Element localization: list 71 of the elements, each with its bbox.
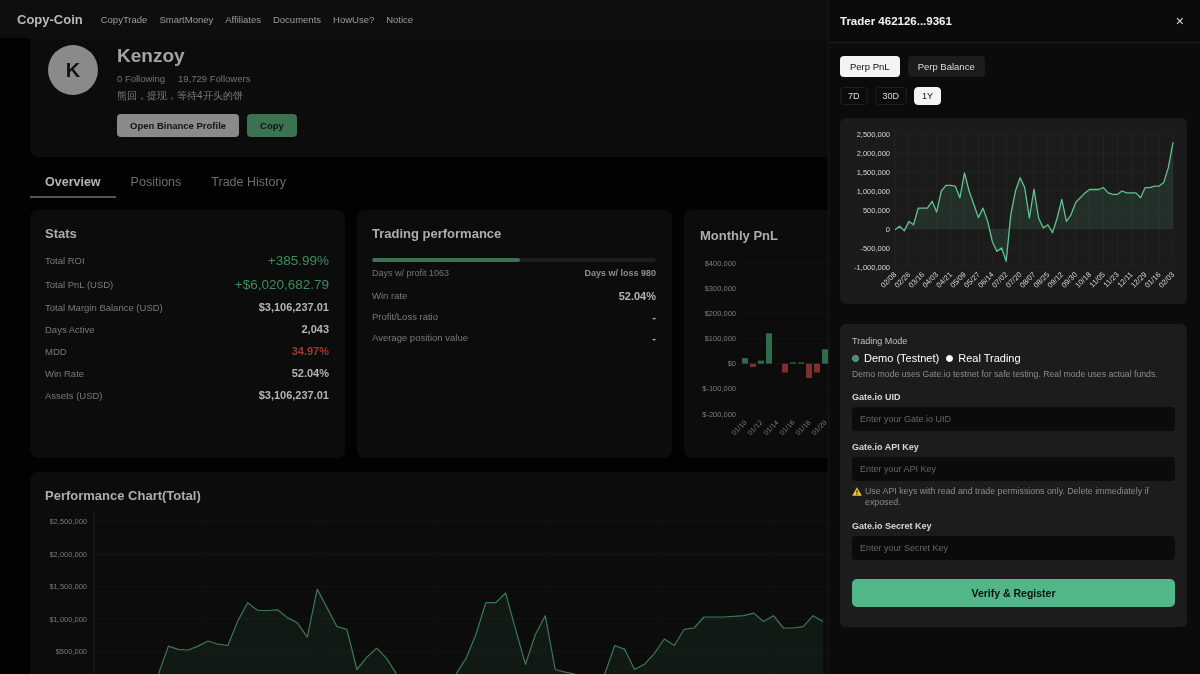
- stat-value: 52.04%: [291, 367, 329, 379]
- metric-value: -: [652, 310, 656, 323]
- period-tab[interactable]: 30D: [874, 87, 908, 105]
- radio-option[interactable]: Demo (Testnet): [852, 352, 940, 364]
- nav-link[interactable]: Documents: [272, 13, 322, 25]
- chart-bar: [766, 333, 772, 364]
- period-tab[interactable]: 1Y: [914, 87, 942, 105]
- card-title: Monthly PnL: [700, 228, 779, 244]
- avatar: K: [48, 45, 98, 95]
- tab[interactable]: Perp PnL: [840, 56, 900, 77]
- logo[interactable]: Copy-Coin: [17, 11, 83, 27]
- stat-label: Days Active: [45, 323, 95, 335]
- field-label: Gate.io UID: [852, 391, 902, 403]
- card-title: Performance Chart(Total): [45, 488, 202, 504]
- stat-label: Total PnL (USD): [45, 278, 114, 290]
- help-text: Demo mode uses Gate.io testnet for safe testing. Real mode uses actual funds.: [852, 368, 1159, 380]
- chart-bar: [758, 360, 764, 364]
- stat-value: $3,106,237.01: [258, 389, 329, 401]
- stat-value: $3,106,237.01: [258, 301, 329, 313]
- metric-value: 52.04%: [618, 289, 656, 302]
- stat-value: +385.99%: [267, 252, 329, 268]
- radio-option[interactable]: Real Trading: [946, 352, 1021, 364]
- metric-label: Average position value: [372, 332, 468, 343]
- stat-value: 34.97%: [291, 345, 329, 357]
- tab[interactable]: Trade History: [196, 168, 301, 198]
- metric-value: -: [652, 331, 656, 344]
- loss-days-label: Days w/ loss 980: [584, 268, 656, 278]
- action-button[interactable]: Open Binance Profile: [117, 114, 240, 137]
- profile-bio: 熊回，提现，等待4开头的饼: [117, 89, 243, 103]
- text-input[interactable]: Enter your API Key: [852, 457, 1175, 481]
- tab[interactable]: Overview: [30, 168, 116, 198]
- warning-text: Use API keys with read and trade permissions only. Delete immediately if exposed.: [865, 486, 1150, 508]
- text-input[interactable]: Enter your Secret Key: [852, 536, 1175, 560]
- stat-label: Total Margin Balance (USD): [45, 301, 163, 313]
- nav-link[interactable]: CopyTrade: [100, 13, 148, 25]
- chart-bar: [750, 363, 756, 367]
- chart-bar: [814, 363, 820, 373]
- tab[interactable]: Perp Balance: [907, 56, 985, 77]
- nav-link[interactable]: Notice: [386, 13, 414, 25]
- field-label: Gate.io Secret Key: [852, 520, 933, 532]
- period-tab[interactable]: 7D: [840, 87, 868, 105]
- nav-link[interactable]: HowUse?: [333, 13, 375, 25]
- stat-label: Win Rate: [45, 367, 85, 379]
- chart-bar: [742, 358, 748, 364]
- tab[interactable]: Positions: [115, 168, 197, 198]
- stat-value: +$6,020,682.79: [234, 276, 329, 292]
- drawer-title: Trader 462126...9361: [840, 15, 952, 27]
- nav-link[interactable]: Affiliates: [225, 13, 261, 25]
- chart-bar: [806, 363, 812, 378]
- stat-label: Assets (USD): [45, 389, 103, 401]
- chart-bar: [782, 363, 788, 373]
- profit-days-label: Days w/ profit 1063: [372, 268, 450, 278]
- section-label: Trading Mode: [852, 335, 909, 347]
- text-input[interactable]: Enter your Gate.io UID: [852, 407, 1175, 431]
- card-title: Trading performance: [372, 226, 503, 242]
- stat-label: Total ROI: [45, 254, 85, 266]
- followers-count: 19,729 Followers: [178, 72, 251, 85]
- close-button[interactable]: ×: [1173, 14, 1186, 28]
- metric-label: Profit/Loss ratio: [372, 311, 438, 322]
- field-label: Gate.io API Key: [852, 441, 920, 453]
- nav-link[interactable]: SmartMoney: [159, 13, 214, 25]
- stat-value: 2,043: [301, 323, 329, 335]
- following-count: 0 Following: [117, 72, 166, 85]
- radio-icon[interactable]: [852, 354, 859, 362]
- card-title: Stats: [45, 226, 78, 242]
- warning-icon: [852, 487, 862, 496]
- stat-label: MDD: [45, 345, 67, 357]
- submit-button[interactable]: Verify & Register: [852, 579, 1175, 607]
- profile-name: Kenzoy: [117, 45, 185, 67]
- chart-bar: [822, 349, 828, 364]
- metric-label: Win rate: [372, 290, 408, 301]
